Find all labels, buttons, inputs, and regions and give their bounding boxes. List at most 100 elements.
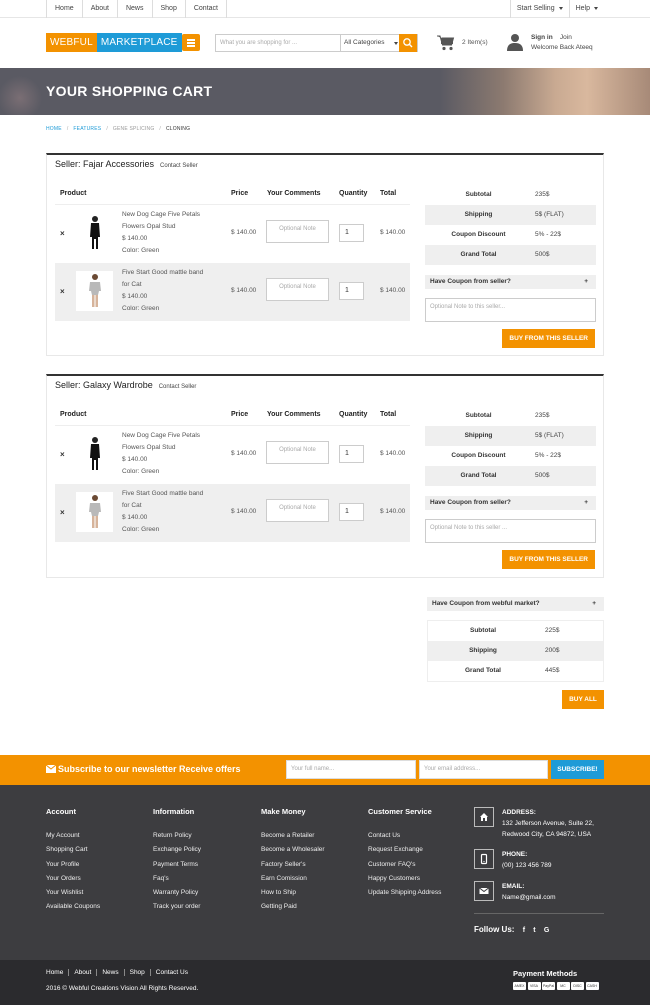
facebook-icon[interactable]: f <box>523 927 525 934</box>
subscribe-button[interactable]: SUBSCRIBE! <box>551 760 604 779</box>
newsletter-email-input[interactable]: Your email address... <box>419 760 548 779</box>
category-select[interactable]: All Categories <box>340 35 402 51</box>
footer-link[interactable]: My Account <box>46 829 100 843</box>
bottom-link-contact[interactable]: Contact Us <box>149 969 193 976</box>
google-icon[interactable]: G <box>544 927 549 934</box>
help-dropdown[interactable]: Help <box>568 0 604 18</box>
footer-link[interactable]: Customer FAQ's <box>368 858 441 872</box>
footer-link[interactable]: Request Exchange <box>368 843 441 857</box>
product-title[interactable]: Five Start Good mattle band for Cat <box>122 267 210 291</box>
newsletter-name-input[interactable]: Your full name... <box>286 760 416 779</box>
signin-link[interactable]: Sign in <box>531 34 553 41</box>
bottom-link-about[interactable]: About <box>68 969 96 976</box>
seller-coupon-toggle[interactable]: Have Coupon from seller? + <box>425 496 596 510</box>
search-button[interactable] <box>399 34 417 52</box>
nav-about[interactable]: About <box>83 0 118 18</box>
remove-icon[interactable]: × <box>60 229 65 238</box>
quantity-input[interactable]: 1 <box>339 445 364 463</box>
col-product: Product <box>60 411 87 418</box>
menu-button[interactable] <box>182 34 200 51</box>
footer-link[interactable]: Become a Retailer <box>261 829 325 843</box>
footer-link[interactable]: Happy Customers <box>368 872 441 886</box>
product-image[interactable] <box>76 271 113 311</box>
start-selling-dropdown[interactable]: Start Selling <box>509 0 569 18</box>
contact-seller-link[interactable]: Contact Seller <box>159 384 197 390</box>
seller-note-textarea[interactable]: Optional Note to this seller... <box>425 298 596 322</box>
product-title[interactable]: New Dog Cage Five Petals Flowers Opal St… <box>122 430 210 454</box>
footer-link[interactable]: How to Ship <box>261 886 325 900</box>
seller-note-textarea[interactable]: Optional Note to this seller ... <box>425 519 596 543</box>
bottom-link-home[interactable]: Home <box>46 969 68 976</box>
market-coupon-toggle[interactable]: Have Coupon from webful market? + <box>427 597 604 611</box>
footer-link[interactable]: Getting Paid <box>261 900 325 914</box>
footer-link[interactable]: Your Wishlist <box>46 886 100 900</box>
product-image[interactable] <box>76 434 113 474</box>
breadcrumb-cloning: CLONING <box>166 126 191 132</box>
product-title[interactable]: New Dog Cage Five Petals Flowers Opal St… <box>122 209 210 233</box>
product-title[interactable]: Five Start Good mattle band for Cat <box>122 488 210 512</box>
paypal-card-icon: PayPal <box>542 982 555 990</box>
product-image[interactable] <box>76 492 113 532</box>
footer-link[interactable]: Faq's <box>153 872 201 886</box>
hamburger-icon-bar <box>187 42 195 44</box>
breadcrumb-gene-splicing[interactable]: GENE SPLICING <box>113 126 155 132</box>
remove-icon[interactable]: × <box>60 287 65 296</box>
contact-seller-link[interactable]: Contact Seller <box>160 163 198 169</box>
payment-cards: AMEX VISA PayPal MC DISC CASH <box>513 982 600 990</box>
twitter-icon[interactable]: t <box>533 927 535 934</box>
footer-link[interactable]: Your Orders <box>46 872 100 886</box>
product-image[interactable] <box>76 213 113 253</box>
footer-link[interactable]: Track your order <box>153 900 201 914</box>
footer-link[interactable]: Earn Comission <box>261 872 325 886</box>
buy-all-button[interactable]: BUY ALL <box>562 690 604 709</box>
comment-input[interactable]: Optional Note <box>266 441 329 464</box>
breadcrumb-features[interactable]: FEATURES <box>73 126 101 132</box>
breadcrumb-home[interactable]: HOME <box>46 126 62 132</box>
footer-link[interactable]: Exchange Policy <box>153 843 201 857</box>
nav-shop[interactable]: Shop <box>153 0 186 18</box>
nav-news[interactable]: News <box>118 0 153 18</box>
item-price: $ 140.00 <box>231 450 257 457</box>
footer-link[interactable]: Contact Us <box>368 829 441 843</box>
seller-header: Seller: Galaxy Wardrobe Contact Seller <box>55 380 196 390</box>
nav-home[interactable]: Home <box>46 0 83 18</box>
remove-icon[interactable]: × <box>60 508 65 517</box>
user-icon <box>507 33 523 53</box>
footer-link[interactable]: Available Coupons <box>46 900 100 914</box>
bottom-link-news[interactable]: News <box>96 969 123 976</box>
summary-label: Subtotal <box>470 627 496 634</box>
quantity-input[interactable]: 1 <box>339 503 364 521</box>
seller-coupon-toggle[interactable]: Have Coupon from seller? + <box>425 275 596 289</box>
buy-from-seller-button[interactable]: BUY FROM THIS SELLER <box>502 329 595 348</box>
footer-link[interactable]: Become a Wholesaler <box>261 843 325 857</box>
quantity-input[interactable]: 1 <box>339 282 364 300</box>
footer-link[interactable]: Payment Terms <box>153 858 201 872</box>
email-text[interactable]: Name@gmail.com <box>502 894 556 901</box>
footer-link[interactable]: Factory Seller's <box>261 858 325 872</box>
comment-input[interactable]: Optional Note <box>266 499 329 522</box>
footer-link[interactable]: Return Policy <box>153 829 201 843</box>
comment-input[interactable]: Optional Note <box>266 220 329 243</box>
logo[interactable]: WEBFUL MARKETPLACE <box>46 33 182 52</box>
remove-icon[interactable]: × <box>60 450 65 459</box>
footer-link[interactable]: Your Profile <box>46 858 100 872</box>
bottom-link-shop[interactable]: Shop <box>123 969 150 976</box>
footer-link[interactable]: Warranty Policy <box>153 886 201 900</box>
summary-row: Coupon Discount 5% - 22$ <box>425 446 596 466</box>
seller-name: Seller: Fajar Accessories <box>55 159 155 169</box>
summary-value: 445$ <box>545 667 560 674</box>
cart-count[interactable]: 2 Item(s) <box>462 39 488 46</box>
footer-link[interactable]: Shopping Cart <box>46 843 100 857</box>
buy-from-seller-button[interactable]: BUY FROM THIS SELLER <box>502 550 595 569</box>
product-unit-price: $ 140.00 <box>122 293 148 300</box>
join-link[interactable]: Join <box>560 34 572 41</box>
copyright: 2016 © Webful Creations Vision All Right… <box>46 985 199 992</box>
comment-input[interactable]: Optional Note <box>266 278 329 301</box>
search-input[interactable]: What you are shopping for ... <box>220 35 297 51</box>
cart-icon[interactable] <box>436 34 456 54</box>
home-icon <box>474 807 494 827</box>
nav-contact[interactable]: Contact <box>186 0 227 18</box>
item-total: $ 140.00 <box>380 229 406 236</box>
quantity-input[interactable]: 1 <box>339 224 364 242</box>
footer-link[interactable]: Update Shipping Address <box>368 886 441 900</box>
